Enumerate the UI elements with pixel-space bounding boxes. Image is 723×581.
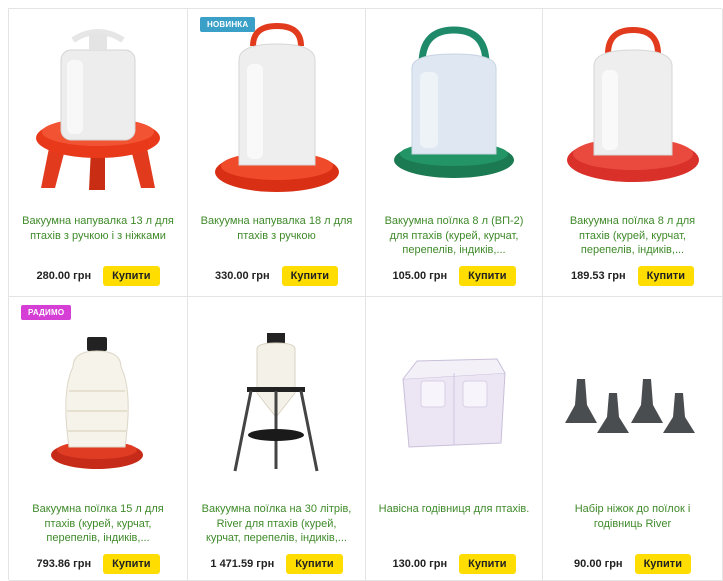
product-card[interactable]: Вакуумна напувалка 13 л для птахів з руч… <box>9 9 188 297</box>
price-row: 280.00 грн Купити <box>9 266 187 286</box>
product-card[interactable]: Набір ніжок до поїлок і годівниць River … <box>543 297 723 581</box>
product-image[interactable] <box>188 15 365 205</box>
price-row: 793.86 грн Купити <box>9 554 187 574</box>
product-title-link[interactable]: Вакуумна поїлка на 30 літрів, River для … <box>198 502 355 548</box>
product-title-link[interactable]: Вакуумна поїлка 8 л для птахів (курей, к… <box>553 214 712 260</box>
product-title-link[interactable]: Вакуумна поїлка 15 л для птахів (курей, … <box>19 502 177 548</box>
buy-button[interactable]: Купити <box>103 554 160 574</box>
product-price: 105.00 грн <box>392 270 448 282</box>
price-row: 1 471.59 грн Купити <box>188 554 365 574</box>
product-card[interactable]: Навісна годівниця для птахів. 130.00 грн… <box>366 297 543 581</box>
product-price: 793.86 грн <box>36 558 92 570</box>
badge-recommend: РАДИМО <box>21 305 72 320</box>
buy-button[interactable]: Купити <box>103 266 160 286</box>
product-image[interactable] <box>543 15 722 205</box>
buy-button[interactable]: Купити <box>459 266 516 286</box>
buy-button[interactable]: Купити <box>637 266 695 286</box>
product-card[interactable]: Вакуумна поїлка 8 л (ВП-2) для птахів (к… <box>366 9 543 297</box>
product-price: 130.00 грн <box>392 558 448 570</box>
product-title-link[interactable]: Набір ніжок до поїлок і годівниць River <box>553 502 712 548</box>
price-row: 189.53 грн Купити <box>543 266 722 286</box>
price-row: 105.00 грн Купити <box>366 266 542 286</box>
buy-button[interactable]: Купити <box>634 554 691 574</box>
product-title-link[interactable]: Вакуумна напувалка 13 л для птахів з руч… <box>19 214 177 260</box>
product-card[interactable]: НОВИНКА Вакуумна напувалка 18 л для птах… <box>188 9 366 297</box>
price-row: 330.00 грн Купити <box>188 266 365 286</box>
price-row: 90.00 грн Купити <box>543 554 722 574</box>
product-title-link[interactable]: Вакуумна поїлка 8 л (ВП-2) для птахів (к… <box>376 214 532 260</box>
product-grid: Вакуумна напувалка 13 л для птахів з руч… <box>8 8 723 581</box>
buy-button[interactable]: Купити <box>281 266 339 286</box>
product-image[interactable] <box>366 15 542 205</box>
product-card[interactable]: РАДИМО Вакуумна поїлка 15 л для птахів (… <box>9 297 188 581</box>
badge-new: НОВИНКА <box>200 17 256 32</box>
product-title-link[interactable]: Вакуумна напувалка 18 л для птахів з руч… <box>198 214 355 260</box>
product-price: 90.00 грн <box>574 558 623 570</box>
product-title-link[interactable]: Навісна годівниця для птахів. <box>376 502 532 548</box>
product-image[interactable] <box>188 317 365 495</box>
price-row: 130.00 грн Купити <box>366 554 542 574</box>
product-price: 280.00 грн <box>36 270 92 282</box>
product-price: 189.53 грн <box>570 270 626 282</box>
product-image[interactable] <box>366 317 542 495</box>
product-image[interactable] <box>543 317 722 495</box>
product-card[interactable]: Вакуумна поїлка на 30 літрів, River для … <box>188 297 366 581</box>
product-card[interactable]: Вакуумна поїлка 8 л для птахів (курей, к… <box>543 9 723 297</box>
product-price: 1 471.59 грн <box>210 558 275 570</box>
buy-button[interactable]: Купити <box>459 554 516 574</box>
product-image[interactable] <box>9 317 187 495</box>
product-price: 330.00 грн <box>214 270 270 282</box>
product-image[interactable] <box>9 15 187 205</box>
buy-button[interactable]: Купити <box>286 554 343 574</box>
